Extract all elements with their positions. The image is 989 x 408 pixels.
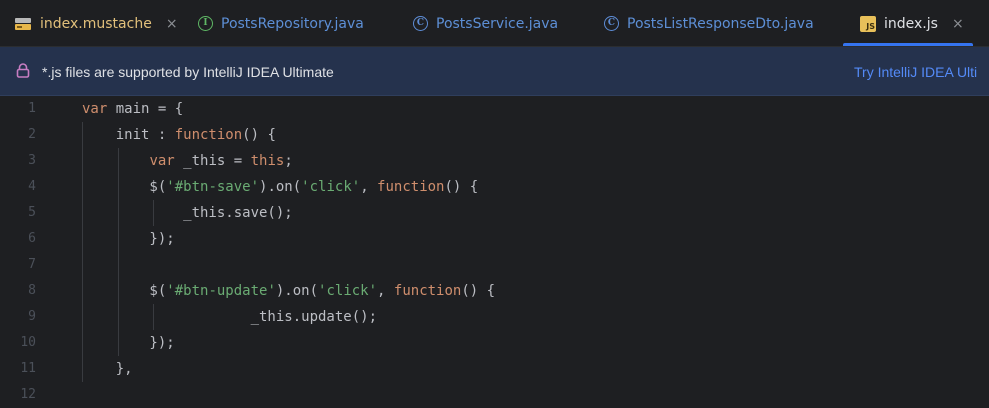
- line-number: 3: [28, 153, 36, 168]
- code-editor[interactable]: 1 var main = {2 init : function() {3 var …: [0, 96, 989, 408]
- code-text: var _this = this;: [149, 153, 293, 169]
- tab-label: index.mustache: [40, 15, 152, 32]
- line-number: 12: [20, 387, 36, 402]
- code-line: 11 },: [0, 356, 989, 382]
- tab-label: PostsRepository.java: [221, 15, 364, 32]
- code-text: _this.update();: [82, 309, 378, 325]
- code-line: 7: [0, 252, 989, 278]
- line-number: 5: [28, 205, 36, 220]
- js-glyph: JS: [860, 15, 876, 32]
- code-text: $('#btn-save').on('click', function() {: [82, 179, 479, 195]
- line-number: 1: [28, 101, 36, 116]
- code-line: 2 init : function() {: [0, 122, 989, 148]
- close-icon[interactable]: ×: [952, 16, 964, 32]
- line-number: 7: [28, 257, 36, 272]
- code-text: });: [82, 231, 175, 247]
- line-number: 6: [28, 231, 36, 246]
- tab-index-js[interactable]: JS index.js ×: [860, 0, 964, 46]
- class-icon: C: [413, 16, 428, 31]
- code-text: var main = {: [82, 101, 184, 117]
- editor-tab-bar: index.mustache × I PostsRepository.java …: [0, 0, 989, 47]
- code-line: 9 _this.update();: [0, 304, 989, 330]
- close-icon[interactable]: ×: [166, 16, 178, 32]
- line-number: 9: [28, 309, 36, 324]
- code-text: _this.save();: [82, 205, 293, 221]
- code-line: 1 var main = {: [0, 96, 989, 122]
- line-number: 11: [20, 361, 36, 376]
- code-line: 12: [0, 382, 989, 408]
- line-number: 10: [20, 335, 36, 350]
- banner-message: *.js files are supported by IntelliJ IDE…: [42, 64, 334, 80]
- code-text: },: [82, 361, 133, 377]
- code-line: 4 $('#btn-save').on('click', function() …: [0, 174, 989, 200]
- code-line: 10 });: [0, 330, 989, 356]
- lock-icon: [16, 63, 30, 82]
- tab-index-mustache[interactable]: index.mustache ×: [14, 0, 178, 46]
- line-number: 4: [28, 179, 36, 194]
- interface-icon: I: [198, 16, 213, 31]
- class-icon: C: [604, 16, 619, 31]
- code-line: 8 $('#btn-update').on('click', function(…: [0, 278, 989, 304]
- tab-label: index.js: [884, 15, 938, 32]
- tab-label: PostsListResponseDto.java: [627, 15, 814, 32]
- tab-label: PostsService.java: [436, 15, 559, 32]
- line-number: 2: [28, 127, 36, 142]
- plugin-notification-banner: *.js files are supported by IntelliJ IDE…: [0, 47, 989, 96]
- class-glyph: C: [604, 16, 619, 31]
- javascript-file-icon: JS: [860, 15, 876, 32]
- mustache-template-icon: [14, 16, 32, 32]
- line-number: 8: [28, 283, 36, 298]
- code-line: 6 });: [0, 226, 989, 252]
- code-line: 5 _this.save();: [0, 200, 989, 226]
- code-text: });: [82, 335, 175, 351]
- tab-posts-service[interactable]: C PostsService.java: [413, 0, 559, 46]
- tab-posts-list-response-dto[interactable]: C PostsListResponseDto.java: [604, 0, 814, 46]
- code-text: init : function() {: [82, 127, 276, 143]
- tab-posts-repository[interactable]: I PostsRepository.java: [198, 0, 364, 46]
- code-text: $('#btn-update').on('click', function() …: [82, 283, 496, 299]
- try-ultimate-link[interactable]: Try IntelliJ IDEA Ulti: [854, 64, 977, 80]
- class-glyph: C: [413, 16, 428, 31]
- interface-glyph: I: [198, 16, 213, 31]
- code-line: 3 var _this = this;: [0, 148, 989, 174]
